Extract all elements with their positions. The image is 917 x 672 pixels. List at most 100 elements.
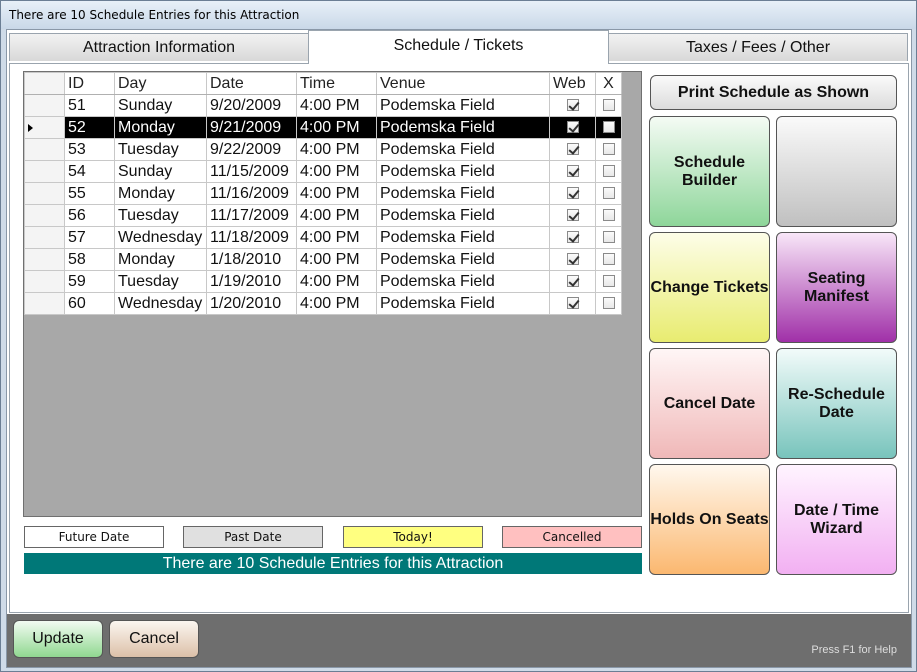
column-header-time[interactable]: Time xyxy=(296,72,377,95)
cell-venue[interactable]: Podemska Field xyxy=(376,226,550,249)
table-row[interactable]: 59 Tuesday 1/19/2010 4:00 PM Podemska Field xyxy=(24,270,622,293)
tab-taxes-fees-other[interactable]: Taxes / Fees / Other xyxy=(608,33,908,61)
cancel-date-button[interactable]: Cancel Date xyxy=(649,348,770,459)
x-checkbox[interactable] xyxy=(602,121,615,134)
table-row[interactable]: 57 Wednesday 11/18/2009 4:00 PM Podemska Fie… xyxy=(24,226,622,249)
x-checkbox[interactable] xyxy=(602,143,615,156)
table-row[interactable]: 58 Monday 1/18/2010 4:00 PM Podemska Field xyxy=(24,248,622,271)
row-selector[interactable] xyxy=(24,226,65,249)
cell-date[interactable]: 11/16/2009 xyxy=(206,182,297,205)
cell-id[interactable]: 51 xyxy=(64,94,115,117)
reschedule-date-button[interactable]: Re-Schedule Date xyxy=(776,348,897,459)
cell-day[interactable]: Tuesday xyxy=(114,138,207,161)
cell-id[interactable]: 60 xyxy=(64,292,115,315)
cell-time[interactable]: 4:00 PM xyxy=(296,248,377,271)
date-time-wizard-button[interactable]: Date / Time Wizard xyxy=(776,464,897,575)
row-selector[interactable] xyxy=(24,138,65,161)
cell-venue[interactable]: Podemska Field xyxy=(376,292,550,315)
cell-id[interactable]: 54 xyxy=(64,160,115,183)
cell-date[interactable]: 1/18/2010 xyxy=(206,248,297,271)
blank-button[interactable] xyxy=(776,116,897,227)
cell-venue[interactable]: Podemska Field xyxy=(376,116,550,139)
cell-venue[interactable]: Podemska Field xyxy=(376,160,550,183)
cell-venue[interactable]: Podemska Field xyxy=(376,94,550,117)
row-selector[interactable] xyxy=(24,270,65,293)
cell-id[interactable]: 58 xyxy=(64,248,115,271)
cell-day[interactable]: Wednesday xyxy=(114,226,207,249)
table-row[interactable]: 60 Wednesday 1/20/2010 4:00 PM Podemska Fiel… xyxy=(24,292,622,315)
cell-id[interactable]: 53 xyxy=(64,138,115,161)
web-checkbox[interactable] xyxy=(566,209,579,222)
cell-day[interactable]: Tuesday xyxy=(114,204,207,227)
row-selector[interactable] xyxy=(24,204,65,227)
web-checkbox[interactable] xyxy=(566,121,579,134)
x-checkbox[interactable] xyxy=(602,99,615,112)
schedule-grid[interactable]: ID Day Date Time Venue Web X 51 Sunday 9/2… xyxy=(23,71,642,517)
x-checkbox[interactable] xyxy=(602,165,615,178)
row-selector[interactable] xyxy=(24,182,65,205)
cell-day[interactable]: Tuesday xyxy=(114,270,207,293)
x-checkbox[interactable] xyxy=(602,231,615,244)
cell-venue[interactable]: Podemska Field xyxy=(376,204,550,227)
seating-manifest-button[interactable]: Seating Manifest xyxy=(776,232,897,343)
table-row[interactable]: 52 Monday 9/21/2009 4:00 PM Podemska Field xyxy=(24,116,622,139)
cell-time[interactable]: 4:00 PM xyxy=(296,270,377,293)
cell-time[interactable]: 4:00 PM xyxy=(296,292,377,315)
web-checkbox[interactable] xyxy=(566,297,579,310)
table-row[interactable]: 54 Sunday 11/15/2009 4:00 PM Podemska Field xyxy=(24,160,622,183)
cell-venue[interactable]: Podemska Field xyxy=(376,138,550,161)
web-checkbox[interactable] xyxy=(566,187,579,200)
change-tickets-button[interactable]: Change Tickets xyxy=(649,232,770,343)
row-selector[interactable] xyxy=(24,94,65,117)
web-checkbox[interactable] xyxy=(566,231,579,244)
x-checkbox[interactable] xyxy=(602,187,615,200)
cell-date[interactable]: 11/17/2009 xyxy=(206,204,297,227)
column-header-web[interactable]: Web xyxy=(549,72,596,95)
column-header-day[interactable]: Day xyxy=(114,72,207,95)
x-checkbox[interactable] xyxy=(602,253,615,266)
cancel-button[interactable]: Cancel xyxy=(109,620,199,658)
column-header-date[interactable]: Date xyxy=(206,72,297,95)
cell-date[interactable]: 11/18/2009 xyxy=(206,226,297,249)
web-checkbox[interactable] xyxy=(566,253,579,266)
cell-date[interactable]: 9/22/2009 xyxy=(206,138,297,161)
cell-day[interactable]: Monday xyxy=(114,182,207,205)
web-checkbox[interactable] xyxy=(566,165,579,178)
x-checkbox[interactable] xyxy=(602,297,615,310)
cell-time[interactable]: 4:00 PM xyxy=(296,116,377,139)
cell-date[interactable]: 1/19/2010 xyxy=(206,270,297,293)
cell-id[interactable]: 59 xyxy=(64,270,115,293)
cell-time[interactable]: 4:00 PM xyxy=(296,138,377,161)
web-checkbox[interactable] xyxy=(566,275,579,288)
web-checkbox[interactable] xyxy=(566,143,579,156)
table-row[interactable]: 55 Monday 11/16/2009 4:00 PM Podemska Field xyxy=(24,182,622,205)
cell-time[interactable]: 4:00 PM xyxy=(296,226,377,249)
table-row[interactable]: 56 Tuesday 11/17/2009 4:00 PM Podemska Field xyxy=(24,204,622,227)
table-row[interactable]: 51 Sunday 9/20/2009 4:00 PM Podemska Field xyxy=(24,94,622,117)
cell-venue[interactable]: Podemska Field xyxy=(376,182,550,205)
row-selector[interactable] xyxy=(24,292,65,315)
cell-time[interactable]: 4:00 PM xyxy=(296,204,377,227)
cell-venue[interactable]: Podemska Field xyxy=(376,270,550,293)
tab-schedule-tickets[interactable]: Schedule / Tickets xyxy=(308,30,609,64)
holds-on-seats-button[interactable]: Holds On Seats xyxy=(649,464,770,575)
row-selector[interactable] xyxy=(24,116,65,139)
x-checkbox[interactable] xyxy=(602,275,615,288)
column-header-x[interactable]: X xyxy=(595,72,622,95)
cell-id[interactable]: 52 xyxy=(64,116,115,139)
cell-date[interactable]: 9/21/2009 xyxy=(206,116,297,139)
cell-date[interactable]: 11/15/2009 xyxy=(206,160,297,183)
row-selector[interactable] xyxy=(24,160,65,183)
cell-day[interactable]: Sunday xyxy=(114,160,207,183)
cell-time[interactable]: 4:00 PM xyxy=(296,160,377,183)
cell-date[interactable]: 9/20/2009 xyxy=(206,94,297,117)
tab-attraction-information[interactable]: Attraction Information xyxy=(9,33,309,61)
row-selector[interactable] xyxy=(24,248,65,271)
column-header-venue[interactable]: Venue xyxy=(376,72,550,95)
schedule-builder-button[interactable]: Schedule Builder xyxy=(649,116,770,227)
cell-id[interactable]: 56 xyxy=(64,204,115,227)
update-button[interactable]: Update xyxy=(13,620,103,658)
cell-day[interactable]: Monday xyxy=(114,248,207,271)
cell-day[interactable]: Wednesday xyxy=(114,292,207,315)
x-checkbox[interactable] xyxy=(602,209,615,222)
